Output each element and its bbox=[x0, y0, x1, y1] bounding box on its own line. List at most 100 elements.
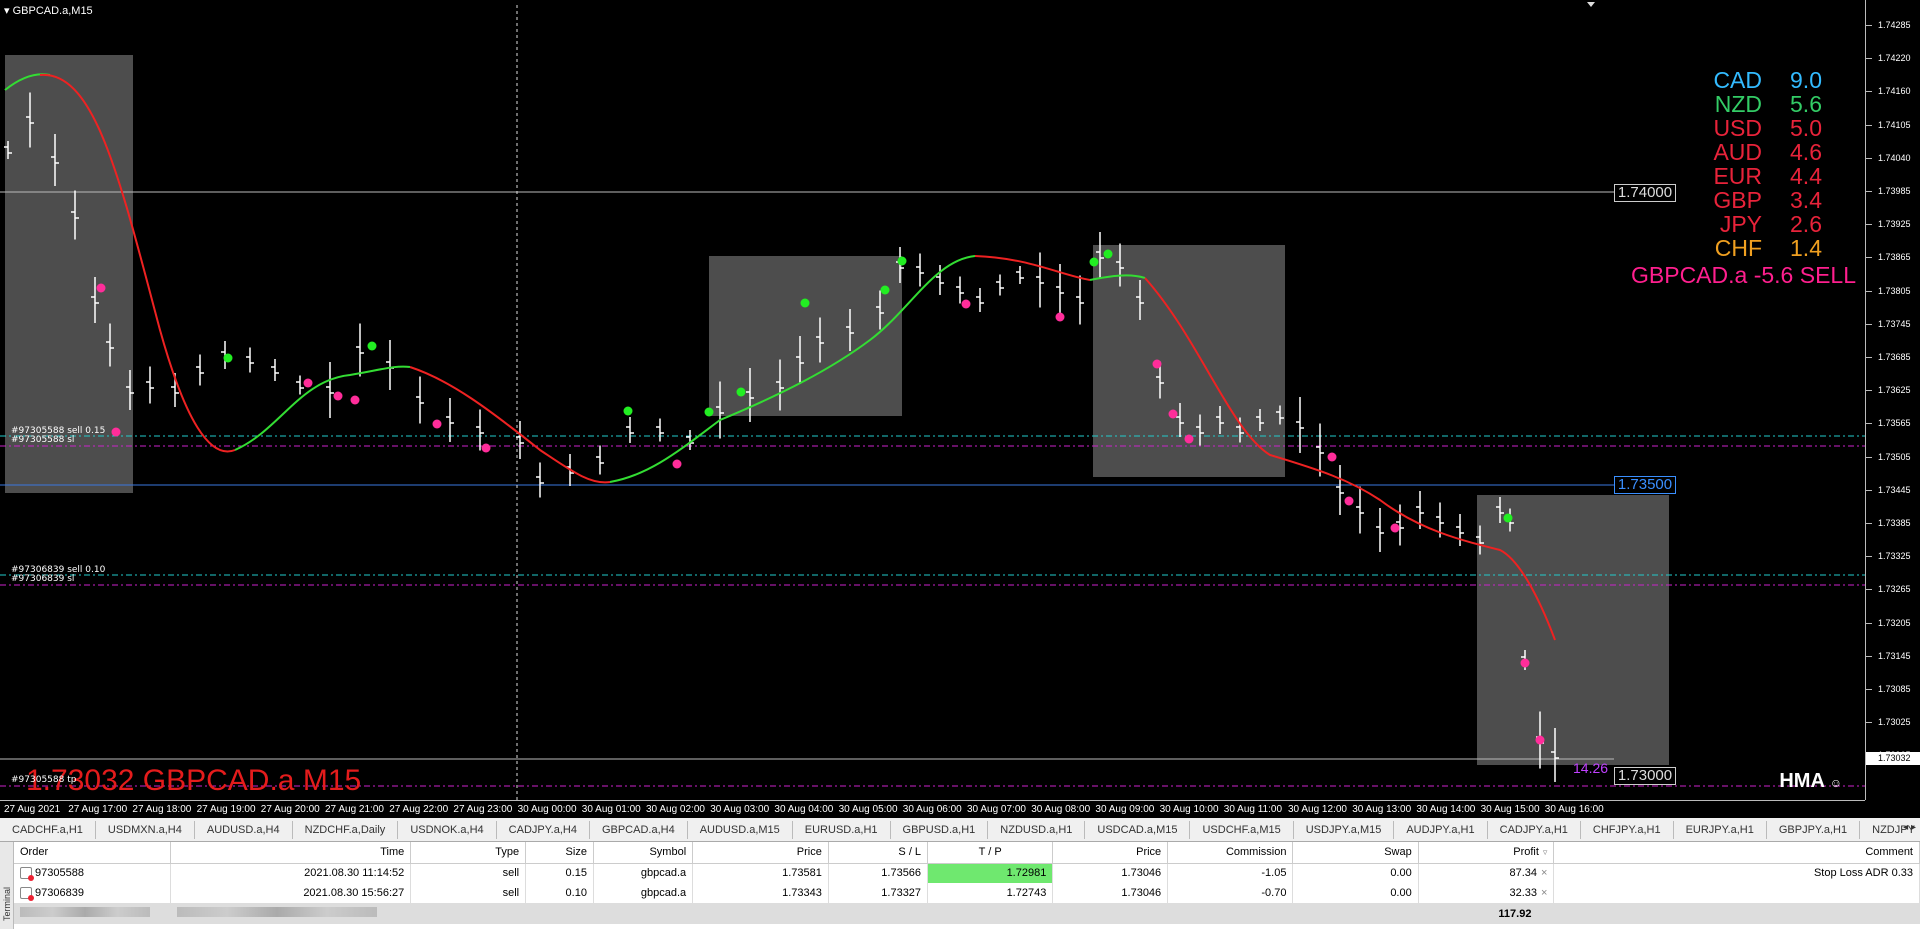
column-header[interactable]: T / P bbox=[927, 842, 1054, 864]
price-tick: 1.73745 bbox=[1866, 318, 1911, 329]
level-label[interactable]: 1.74000 bbox=[1614, 184, 1676, 202]
time-tick: 30 Aug 16:00 bbox=[1544, 804, 1604, 815]
total-cell bbox=[692, 903, 829, 924]
sell-signal-dot bbox=[672, 459, 682, 469]
chart-tab[interactable]: EURUSD.a,H1 bbox=[793, 820, 891, 839]
price-tick: 1.73925 bbox=[1866, 219, 1911, 230]
chart-area[interactable]: ▾ GBPCAD.a,M15 CAD 9.0 NZD 5.6 USD 5.0 AUD 4.6 E… bbox=[0, 0, 1920, 818]
price-tick: 1.73625 bbox=[1866, 385, 1911, 396]
chart-tab[interactable]: CADJPY.a,H4 bbox=[497, 820, 590, 839]
chart-tab[interactable]: NZDUSD.a,H1 bbox=[988, 820, 1086, 839]
sell-signal-dot bbox=[111, 427, 121, 437]
chart-tab[interactable]: USDNOK.a,H4 bbox=[398, 820, 497, 839]
column-header[interactable]: Price bbox=[692, 842, 829, 864]
sort-filter-icon[interactable]: ▿ bbox=[1543, 847, 1548, 857]
price-tick: 1.74285 bbox=[1866, 20, 1911, 30]
total-cell bbox=[927, 903, 1054, 924]
smiley-icon: ☺ bbox=[1829, 776, 1842, 790]
buy-signal-dot bbox=[736, 387, 746, 397]
chart-tab[interactable]: CADJPY.a,H1 bbox=[1488, 820, 1581, 839]
strength-row-jpy: JPY 2.6 bbox=[1652, 212, 1822, 236]
chart-tab[interactable]: CADCHF.a,H1 bbox=[0, 820, 96, 839]
chart-tab[interactable]: GBPCAD.a,H4 bbox=[590, 820, 688, 839]
sell-signal-dot bbox=[481, 443, 491, 453]
sell-signal-dot bbox=[1390, 523, 1400, 533]
table-row[interactable]: 97306839 2021.08.30 15:56:27 sell 0.10 gbpca… bbox=[14, 883, 1920, 903]
column-header[interactable]: Type bbox=[410, 842, 527, 864]
time-tick: 30 Aug 14:00 bbox=[1416, 804, 1476, 815]
price-tick: 1.73445 bbox=[1866, 484, 1911, 495]
level-label[interactable]: 1.73500 bbox=[1614, 476, 1676, 494]
cell-time: 2021.08.30 11:14:52 bbox=[170, 863, 412, 883]
buy-signal-dot bbox=[800, 298, 810, 308]
time-axis[interactable]: 27 Aug 2021 27 Aug 17:00 27 Aug 18:00 27 Au… bbox=[0, 800, 1865, 818]
table-row[interactable]: 97305588 2021.08.30 11:14:52 sell 0.15 gbpca… bbox=[14, 863, 1920, 883]
strength-currency: CHF bbox=[1714, 235, 1762, 261]
chart-tab[interactable]: EURJPY.a,H1 bbox=[1674, 820, 1767, 839]
column-header[interactable]: Swap bbox=[1292, 842, 1419, 864]
chart-tab[interactable]: USDMXN.a,H4 bbox=[96, 820, 195, 839]
cell-sl: 1.73566 bbox=[828, 863, 929, 883]
chart-shift-icon bbox=[1587, 2, 1595, 7]
order-label[interactable]: #97305588 tp bbox=[11, 775, 76, 785]
chart-tab[interactable]: AUDUSD.a,H4 bbox=[195, 820, 293, 839]
sell-signal-dot bbox=[96, 283, 106, 293]
column-header[interactable]: S / L bbox=[828, 842, 929, 864]
chart-tab[interactable]: USDCHF.a,M15 bbox=[1190, 820, 1294, 839]
chart-tab[interactable]: GBPUSD.a,H1 bbox=[891, 820, 989, 839]
chart-menu-triangle-icon[interactable]: ▾ bbox=[4, 5, 10, 17]
chart-tab[interactable]: AUDUSD.a,M15 bbox=[688, 820, 793, 839]
cell-cprice: 1.73046 bbox=[1052, 863, 1169, 883]
price-tick: 1.73385 bbox=[1866, 518, 1911, 528]
time-tick: 30 Aug 06:00 bbox=[902, 804, 962, 815]
chart-tab[interactable]: USDCAD.a,M15 bbox=[1085, 820, 1191, 839]
chart-tabs-bar: CADCHF.a,H1 USDMXN.a,H4 AUDUSD.a,H4 NZDCHF.… bbox=[0, 818, 1920, 842]
column-header[interactable]: Order bbox=[14, 842, 172, 864]
column-header[interactable]: Symbol bbox=[593, 842, 694, 864]
sell-signal-dot bbox=[1055, 312, 1065, 322]
total-cell bbox=[525, 903, 594, 924]
column-header[interactable]: Time bbox=[170, 842, 412, 864]
order-label[interactable]: #97305588 sl bbox=[11, 435, 74, 445]
chart-tab[interactable]: GBPJPY.a,H1 bbox=[1767, 820, 1861, 839]
total-cell bbox=[1292, 903, 1419, 924]
price-tick: 1.73985 bbox=[1866, 186, 1911, 196]
strength-value: 2.6 bbox=[1790, 211, 1822, 237]
order-label[interactable]: #97306839 sl bbox=[11, 574, 74, 584]
cell-time: 2021.08.30 15:56:27 bbox=[170, 883, 412, 903]
price-chart-canvas[interactable] bbox=[0, 0, 1865, 800]
chart-tab[interactable]: NZDCHF.a,Daily bbox=[293, 820, 399, 839]
price-axis[interactable]: 1.74285 1.74220 1.74160 1.74105 1.74040 1.739… bbox=[1865, 0, 1920, 800]
chart-tab[interactable]: CHFJPY.a,H1 bbox=[1581, 820, 1674, 839]
column-header[interactable]: Price bbox=[1052, 842, 1169, 864]
column-header[interactable]: Comment bbox=[1553, 842, 1920, 864]
strength-row-cad: CAD 9.0 bbox=[1652, 68, 1822, 92]
chart-tab[interactable]: AUDJPY.a,H1 bbox=[1394, 820, 1488, 839]
strength-value: 5.6 bbox=[1790, 91, 1822, 117]
buy-signal-dot bbox=[367, 341, 377, 351]
strength-currency: JPY bbox=[1719, 211, 1762, 237]
close-order-icon[interactable]: × bbox=[1541, 867, 1547, 879]
time-tick: 30 Aug 02:00 bbox=[646, 804, 705, 815]
cell-size: 0.15 bbox=[525, 863, 594, 883]
column-header[interactable]: Size bbox=[525, 842, 594, 864]
time-tick: 30 Aug 05:00 bbox=[838, 804, 898, 815]
time-tick: 27 Aug 2021 bbox=[4, 804, 61, 815]
cell-order: 97306839 bbox=[14, 883, 172, 903]
tab-scroll-arrows-icon[interactable]: ◂ ▸ bbox=[1903, 822, 1916, 833]
time-tick: 30 Aug 07:00 bbox=[967, 804, 1026, 815]
price-tick: 1.73685 bbox=[1866, 352, 1911, 362]
cell-commission: -0.70 bbox=[1167, 883, 1294, 903]
level-label[interactable]: 1.73000 bbox=[1614, 767, 1676, 785]
blurred-text bbox=[20, 907, 150, 917]
strength-row-chf: CHF 1.4 bbox=[1652, 236, 1822, 260]
terminal-side-strip[interactable]: Terminal bbox=[0, 842, 14, 929]
column-header[interactable]: Commission bbox=[1167, 842, 1294, 864]
price-tick: 1.74220 bbox=[1866, 53, 1911, 64]
hma-line bbox=[974, 255, 1091, 281]
price-tick: 1.73805 bbox=[1866, 285, 1911, 296]
total-cell bbox=[593, 903, 694, 924]
chart-tab[interactable]: USDJPY.a,M15 bbox=[1294, 820, 1395, 839]
column-header[interactable]: Profit ▿ bbox=[1418, 842, 1555, 864]
close-order-icon[interactable]: × bbox=[1541, 887, 1547, 899]
